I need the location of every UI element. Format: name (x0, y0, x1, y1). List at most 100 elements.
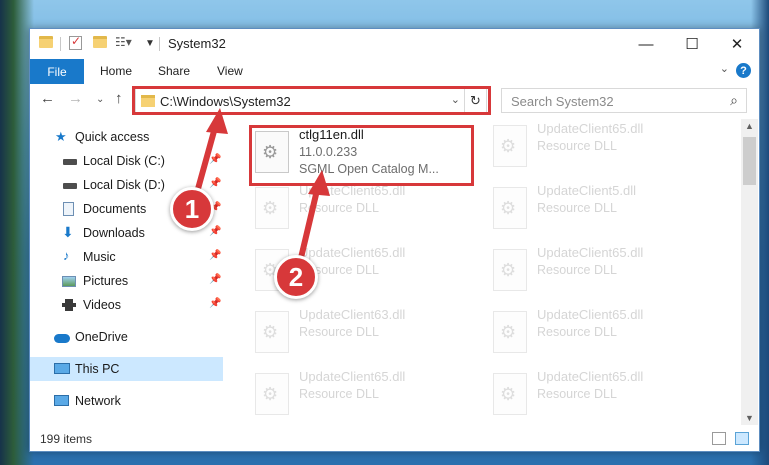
tab-share[interactable]: Share (158, 64, 190, 78)
search-box[interactable]: Search System32 ⌕ (501, 88, 747, 113)
pin-icon: 📌 (209, 298, 222, 309)
sidebar-item-label: Local Disk (C:) (83, 154, 165, 168)
pictures-icon (62, 276, 76, 287)
sidebar-item-pictures[interactable]: Pictures 📌 (30, 269, 223, 293)
expand-ribbon-chevron-icon[interactable]: ⌄ (720, 62, 729, 75)
file-type: Resource DLL (299, 387, 379, 401)
sidebar-item-onedrive[interactable]: OneDrive (30, 325, 223, 349)
pin-icon: 📌 (209, 274, 222, 285)
sidebar-item-label: Quick access (75, 130, 150, 144)
close-button[interactable]: ✕ (714, 29, 760, 59)
search-icon[interactable]: ⌕ (730, 92, 738, 109)
file-name: UpdateClient65.dll (537, 245, 644, 260)
file-item[interactable]: ⚙ UpdateClient5.dll Resource DLL (489, 181, 719, 237)
search-input[interactable]: Search System32 (511, 94, 614, 109)
file-name: UpdateClient5.dll (537, 183, 637, 198)
recent-locations-chevron-icon[interactable]: ⌄ (96, 94, 104, 105)
file-type: Resource DLL (537, 201, 617, 215)
sidebar-item-label: Local Disk (D:) (83, 178, 165, 192)
sidebar-item-music[interactable]: ♪ Music 📌 (30, 245, 223, 269)
scrollbar-thumb[interactable] (743, 137, 756, 185)
dll-file-icon: ⚙ (255, 187, 289, 229)
back-arrow-icon[interactable]: ← (40, 90, 55, 107)
sidebar-item-label: OneDrive (75, 330, 128, 344)
music-icon: ♪ (63, 248, 70, 263)
title-bar: ✓ ☷▾ ▼ System32 — ☐ ✕ (30, 29, 759, 59)
file-type: Resource DLL (537, 325, 617, 339)
dll-file-icon: ⚙ (493, 125, 527, 167)
sidebar-item-label: This PC (75, 362, 120, 376)
help-icon[interactable]: ? (736, 63, 751, 78)
sidebar-item-label: Music (83, 250, 116, 264)
star-icon: ★ (55, 129, 67, 144)
pin-icon: 📌 (209, 250, 222, 261)
drive-icon (63, 183, 77, 189)
divider (159, 37, 160, 51)
sidebar-item-quick-access[interactable]: ★ Quick access (30, 125, 223, 149)
dll-file-icon: ⚙ (493, 187, 527, 229)
divider (60, 37, 61, 51)
network-icon (54, 395, 69, 406)
file-type: Resource DLL (299, 325, 379, 339)
annotation-highlight-address (132, 86, 491, 115)
details-view-icon[interactable] (712, 432, 726, 445)
sidebar-item-label: Downloads (83, 226, 145, 240)
dll-file-icon: ⚙ (255, 373, 289, 415)
file-type: Resource DLL (537, 263, 617, 277)
scroll-down-icon[interactable]: ▼ (745, 413, 754, 423)
up-arrow-icon[interactable]: ↑ (115, 90, 123, 107)
dll-file-icon: ⚙ (493, 249, 527, 291)
file-item[interactable]: ⚙ UpdateClient63.dll Resource DLL (251, 305, 481, 361)
dll-file-icon: ⚙ (493, 373, 527, 415)
file-item[interactable]: ⚙ UpdateClient65.dll Resource DLL (251, 367, 481, 423)
file-name: UpdateClient65.dll (299, 245, 406, 260)
file-type: Resource DLL (537, 387, 617, 401)
drive-icon (63, 159, 77, 165)
new-folder-icon[interactable] (93, 36, 107, 48)
annotation-highlight-file (249, 125, 474, 186)
file-item[interactable]: ⚙ UpdateClient65.dll Resource DLL (489, 367, 719, 423)
file-item[interactable]: ⚙ UpdateClient65.dll Resource DLL (251, 181, 481, 237)
video-icon (62, 299, 76, 311)
file-name: UpdateClient63.dll (299, 307, 406, 322)
window-title: System32 (168, 36, 226, 51)
computer-icon (54, 363, 70, 374)
sidebar-item-label: Documents (83, 202, 147, 216)
vertical-scrollbar[interactable]: ▲ ▼ (741, 119, 758, 425)
file-item[interactable]: ⚙ UpdateClient65.dll Resource DLL (489, 119, 719, 175)
properties-icon[interactable]: ✓ (69, 34, 82, 50)
tab-view[interactable]: View (217, 64, 243, 78)
annotation-step-2: 2 (274, 255, 318, 299)
status-bar: 199 items (30, 427, 759, 451)
tab-file[interactable]: File (30, 59, 84, 84)
scroll-up-icon[interactable]: ▲ (745, 121, 754, 131)
file-item[interactable]: ⚙ UpdateClient65.dll Resource DLL (489, 243, 719, 299)
file-name: UpdateClient65.dll (537, 121, 644, 136)
documents-icon (63, 202, 74, 216)
large-icons-view-icon[interactable] (735, 432, 749, 445)
pin-icon: 📌 (209, 226, 222, 237)
sidebar-item-this-pc[interactable]: This PC (30, 357, 223, 381)
file-name: UpdateClient65.dll (537, 307, 644, 322)
sidebar-item-network[interactable]: Network (30, 389, 223, 413)
download-icon: ⬇ (62, 224, 74, 240)
sidebar-item-local-disk-c[interactable]: Local Disk (C:) 📌 (30, 149, 223, 173)
navigation-pane: ★ Quick access Local Disk (C:) 📌 Local D… (30, 119, 223, 425)
toolbar-dropdown-icon[interactable]: ▼ (145, 38, 155, 49)
sidebar-item-videos[interactable]: Videos 📌 (30, 293, 223, 317)
tab-home[interactable]: Home (100, 64, 132, 78)
folder-icon (39, 36, 53, 48)
navigation-bar: ← → ⌄ ↑ C:\Windows\System32 ⌄ ↻ Search S… (30, 84, 759, 117)
file-name: UpdateClient65.dll (299, 369, 406, 384)
file-name: UpdateClient65.dll (537, 369, 644, 384)
file-item[interactable]: ⚙ UpdateClient65.dll Resource DLL (489, 305, 719, 361)
sidebar-item-label: Videos (83, 298, 121, 312)
dll-file-icon: ⚙ (493, 311, 527, 353)
pin-icon: 📌 (209, 154, 222, 165)
ribbon-tabs: File Home Share View ⌄ ? (30, 59, 759, 84)
file-explorer-window: ✓ ☷▾ ▼ System32 — ☐ ✕ File Home Share Vi… (29, 28, 760, 452)
minimize-button[interactable]: — (623, 29, 669, 59)
maximize-button[interactable]: ☐ (669, 29, 715, 59)
forward-arrow-icon[interactable]: → (68, 90, 83, 107)
customize-toolbar-icon[interactable]: ☷▾ (115, 35, 132, 49)
